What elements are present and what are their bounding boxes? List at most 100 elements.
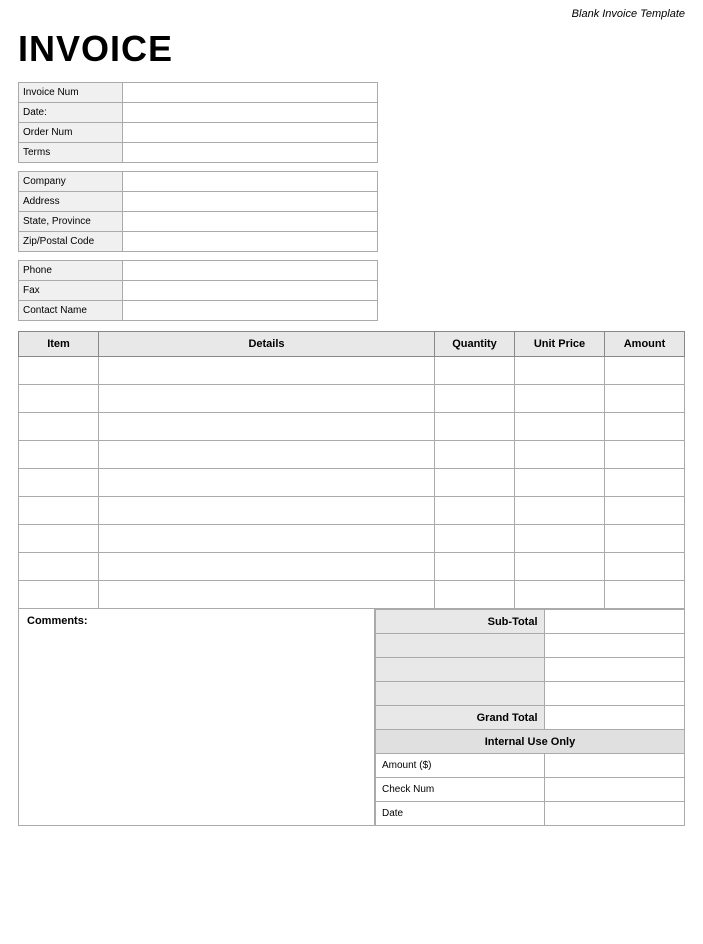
- contact-name-field[interactable]: [123, 301, 378, 321]
- details-cell[interactable]: [99, 581, 435, 609]
- page: Blank Invoice Template INVOICE Invoice N…: [0, 0, 703, 944]
- state-province-field[interactable]: [123, 212, 378, 232]
- company-field[interactable]: [123, 172, 378, 192]
- table-row: [376, 634, 685, 658]
- date-label: Date:: [19, 103, 123, 123]
- amount-s-row: Amount ($): [376, 754, 685, 778]
- terms-field[interactable]: [123, 143, 378, 163]
- zip-postal-field[interactable]: [123, 232, 378, 252]
- info-table-2: Company Address State, Province Zip/Post…: [18, 171, 378, 252]
- grand-total-label: Grand Total: [376, 706, 545, 730]
- extra-value-2[interactable]: [544, 658, 684, 682]
- unit-price-cell[interactable]: [515, 413, 605, 441]
- details-cell[interactable]: [99, 525, 435, 553]
- order-num-label: Order Num: [19, 123, 123, 143]
- amount-s-value[interactable]: [544, 754, 684, 778]
- invoice-num-field[interactable]: [123, 83, 378, 103]
- quantity-cell[interactable]: [435, 413, 515, 441]
- extra-value-3[interactable]: [544, 682, 684, 706]
- info-section-1: Invoice Num Date: Order Num Terms: [18, 82, 685, 163]
- company-label: Company: [19, 172, 123, 192]
- item-cell[interactable]: [19, 581, 99, 609]
- quantity-cell[interactable]: [435, 581, 515, 609]
- info-section-2: Company Address State, Province Zip/Post…: [18, 171, 685, 252]
- quantity-cell[interactable]: [435, 497, 515, 525]
- amount-cell[interactable]: [605, 581, 685, 609]
- extra-label-3: [376, 682, 545, 706]
- details-cell[interactable]: [99, 469, 435, 497]
- quantity-cell[interactable]: [435, 553, 515, 581]
- amount-cell[interactable]: [605, 525, 685, 553]
- unit-price-cell[interactable]: [515, 525, 605, 553]
- table-row: [376, 682, 685, 706]
- order-num-field[interactable]: [123, 123, 378, 143]
- quantity-cell[interactable]: [435, 357, 515, 385]
- details-cell[interactable]: [99, 497, 435, 525]
- amount-cell[interactable]: [605, 469, 685, 497]
- table-row: [19, 385, 685, 413]
- item-cell[interactable]: [19, 553, 99, 581]
- details-cell[interactable]: [99, 441, 435, 469]
- date-field[interactable]: [123, 103, 378, 123]
- amount-s-label: Amount ($): [376, 754, 545, 778]
- unit-price-cell[interactable]: [515, 385, 605, 413]
- table-row: [376, 658, 685, 682]
- details-cell[interactable]: [99, 553, 435, 581]
- amount-cell[interactable]: [605, 413, 685, 441]
- zip-postal-label: Zip/Postal Code: [19, 232, 123, 252]
- internal-date-value[interactable]: [544, 802, 684, 826]
- amount-cell[interactable]: [605, 357, 685, 385]
- item-cell[interactable]: [19, 497, 99, 525]
- unit-price-cell[interactable]: [515, 441, 605, 469]
- info-section-3: Phone Fax Contact Name: [18, 260, 685, 321]
- amount-cell[interactable]: [605, 553, 685, 581]
- table-row: Date:: [19, 103, 378, 123]
- unit-price-cell[interactable]: [515, 553, 605, 581]
- amount-cell[interactable]: [605, 385, 685, 413]
- table-row: Phone: [19, 261, 378, 281]
- item-header: Item: [19, 332, 99, 357]
- amount-cell[interactable]: [605, 441, 685, 469]
- details-cell[interactable]: [99, 385, 435, 413]
- item-cell[interactable]: [19, 385, 99, 413]
- item-cell[interactable]: [19, 357, 99, 385]
- address-field[interactable]: [123, 192, 378, 212]
- unit-price-cell[interactable]: [515, 581, 605, 609]
- quantity-cell[interactable]: [435, 385, 515, 413]
- item-cell[interactable]: [19, 441, 99, 469]
- table-row: [19, 497, 685, 525]
- unit-price-cell[interactable]: [515, 497, 605, 525]
- details-cell[interactable]: [99, 413, 435, 441]
- comments-label: Comments:: [27, 615, 88, 627]
- table-row: State, Province: [19, 212, 378, 232]
- invoice-num-label: Invoice Num: [19, 83, 123, 103]
- date-row: Date: [376, 802, 685, 826]
- table-row: Fax: [19, 281, 378, 301]
- internal-use-header: Internal Use Only: [376, 730, 685, 754]
- quantity-cell[interactable]: [435, 525, 515, 553]
- details-cell[interactable]: [99, 357, 435, 385]
- fax-field[interactable]: [123, 281, 378, 301]
- table-header-row: Item Details Quantity Unit Price Amount: [19, 332, 685, 357]
- info-table-1: Invoice Num Date: Order Num Terms: [18, 82, 378, 163]
- phone-field[interactable]: [123, 261, 378, 281]
- extra-value-1[interactable]: [544, 634, 684, 658]
- quantity-cell[interactable]: [435, 469, 515, 497]
- table-row: [19, 581, 685, 609]
- unit-price-cell[interactable]: [515, 357, 605, 385]
- item-cell[interactable]: [19, 525, 99, 553]
- check-num-value[interactable]: [544, 778, 684, 802]
- unit-price-cell[interactable]: [515, 469, 605, 497]
- item-cell[interactable]: [19, 469, 99, 497]
- bottom-section: Comments: Sub-Total Grand Total: [18, 609, 685, 826]
- quantity-cell[interactable]: [435, 441, 515, 469]
- subtotal-value[interactable]: [544, 610, 684, 634]
- table-row: [19, 553, 685, 581]
- invoice-title: INVOICE: [18, 28, 685, 70]
- amount-cell[interactable]: [605, 497, 685, 525]
- watermark-text: Blank Invoice Template: [572, 8, 685, 20]
- amount-header: Amount: [605, 332, 685, 357]
- item-cell[interactable]: [19, 413, 99, 441]
- contact-name-label: Contact Name: [19, 301, 123, 321]
- grand-total-value[interactable]: [544, 706, 684, 730]
